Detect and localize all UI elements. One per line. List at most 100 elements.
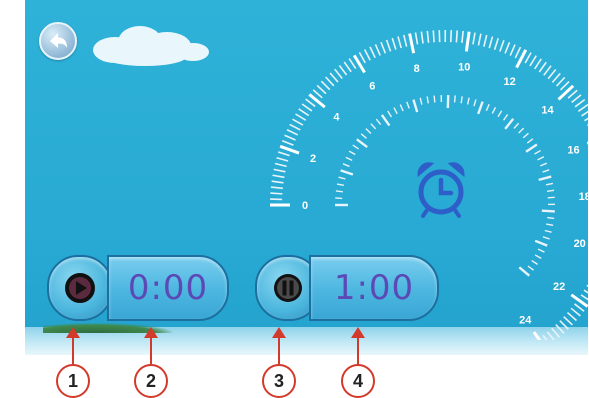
back-button[interactable]: [39, 22, 77, 60]
gauge-tick-label: 14: [541, 105, 554, 117]
gauge-minor-tick: [461, 30, 464, 43]
gauge-inner-tick: [399, 104, 404, 112]
gauge-inner-tick: [419, 97, 423, 105]
gauge-minor-tick: [274, 162, 287, 168]
gauge-minor-tick: [277, 151, 290, 157]
gauge-minor-tick: [391, 37, 397, 50]
gauge-minor-tick: [385, 39, 392, 52]
gauge-inner-tick: [542, 169, 550, 173]
cloud-decoration: [93, 26, 209, 66]
gauge-minor-tick: [402, 34, 408, 47]
gauge-inner-tick: [460, 96, 463, 104]
gauge-inner-tick: [466, 97, 470, 105]
callout-2: 2: [134, 364, 168, 398]
gauge-inner-tick: [453, 95, 456, 103]
gauge-inner-tick: [336, 183, 345, 187]
gauge-inner-tick: [527, 265, 535, 271]
gauge-minor-tick: [343, 61, 352, 73]
gauge-minor-tick: [316, 84, 327, 95]
gauge-inner-tick: [525, 143, 538, 153]
gauge-inner-tick: [335, 190, 343, 193]
gauge-inner-tick: [370, 123, 377, 130]
gauge-inner-tick: [406, 101, 410, 109]
callout-1: 1: [56, 364, 90, 398]
gauge-minor-tick: [509, 44, 516, 56]
gauge-inner-tick: [348, 150, 356, 156]
gauge-inner-tick: [522, 132, 529, 139]
gauge-tick-label: 20: [574, 238, 586, 250]
gauge-inner-tick: [473, 99, 477, 107]
gauge-minor-tick: [580, 294, 588, 301]
gauge-tick-label: 4: [333, 112, 340, 124]
play-button[interactable]: [47, 255, 113, 321]
gauge-minor-tick: [555, 76, 566, 87]
gauge-inner-tick: [544, 229, 552, 233]
gauge-inner-tick: [426, 96, 429, 104]
gauge-minor-tick: [559, 320, 569, 330]
gauge-minor-tick: [312, 89, 323, 99]
gauge-minor-tick: [570, 307, 581, 317]
gauge-inner-tick: [340, 169, 354, 176]
gauge-minor-tick: [584, 117, 588, 122]
gauge-minor-tick: [488, 36, 494, 49]
gauge-tick-label: 12: [504, 76, 516, 88]
gauge-inner-tick: [387, 110, 393, 118]
gauge-inner-tick: [546, 189, 555, 192]
gauge-minor-tick: [581, 110, 588, 117]
play-time-value: 0:00: [127, 268, 209, 308]
gauge-minor-tick: [499, 39, 505, 52]
gauge-inner-tick: [360, 133, 367, 139]
gauge-minor-tick: [420, 31, 424, 44]
pause-time-value: 1:00: [333, 268, 415, 308]
gauge-inner-tick: [477, 101, 484, 115]
gauge-inner-tick: [540, 162, 548, 167]
gauge-minor-tick: [534, 58, 542, 70]
gauge-minor-tick: [524, 52, 532, 64]
gauge-inner-tick: [485, 103, 490, 111]
gauge-inner-tick: [537, 156, 545, 161]
gauge-minor-tick: [281, 139, 294, 146]
gauge-inner-tick: [345, 156, 353, 162]
gauge-inner-tick: [534, 239, 548, 247]
gauge-inner-tick: [542, 236, 550, 240]
gauge-minor-tick: [338, 64, 348, 76]
gauge-minor-tick: [426, 30, 430, 43]
gauge-minor-tick: [270, 186, 283, 190]
gauge-inner-tick: [393, 107, 398, 115]
gauge-inner-tick: [380, 114, 391, 127]
gauge-minor-tick: [284, 134, 296, 141]
gauge-minor-tick: [397, 36, 402, 49]
gauge-tick-label: 2: [310, 153, 316, 165]
gauge-tick-label: 22: [553, 281, 565, 293]
gauge-inner-tick: [503, 114, 509, 121]
gauge-minor-tick: [543, 65, 552, 76]
callout-4: 4: [341, 364, 375, 398]
gauge-inner-tick: [412, 99, 419, 113]
gauge-minor-tick: [546, 331, 556, 340]
gauge-minor-tick: [329, 72, 339, 83]
gauge-inner-tick: [534, 149, 541, 155]
gauge-minor-tick: [574, 98, 586, 108]
gauge-inner-tick: [338, 176, 346, 180]
gauge-minor-tick: [577, 103, 588, 112]
gauge-major-tick: [464, 31, 471, 52]
gauge-minor-tick: [514, 46, 522, 59]
gauge-inner-tick: [547, 216, 555, 220]
callout-arrow-3: [272, 327, 286, 365]
callout-arrow-1: [66, 327, 80, 365]
gauge-minor-tick: [477, 33, 482, 46]
gauge-minor-tick: [566, 311, 578, 322]
gauge-tick-label: 6: [369, 80, 375, 92]
play-time-display[interactable]: 0:00: [107, 255, 229, 321]
gauge-minor-tick: [301, 103, 313, 112]
gauge-inner-tick: [518, 127, 525, 134]
pause-time-display[interactable]: 1:00: [309, 255, 439, 321]
gauge-minor-tick: [305, 98, 316, 108]
alarm-clock-icon: [417, 162, 465, 218]
gauge-inner-tick: [518, 266, 531, 277]
gauge-minor-tick: [574, 303, 585, 312]
gauge-inner-tick: [546, 223, 554, 227]
gauge-minor-tick: [586, 284, 588, 287]
gauge-inner-tick: [545, 182, 553, 186]
play-icon: [65, 273, 95, 303]
